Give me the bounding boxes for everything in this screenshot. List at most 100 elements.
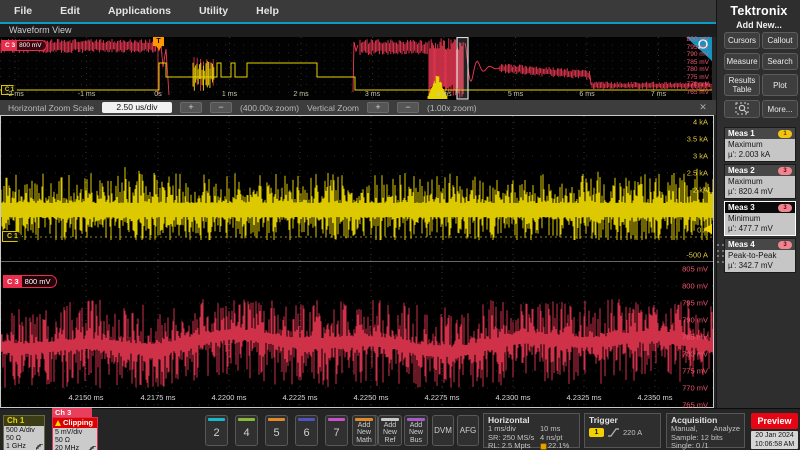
axis-label: 4.2175 ms [140, 393, 175, 402]
more-button[interactable]: More... [762, 100, 798, 118]
meas-2-card[interactable]: Meas 2 3 Maximum µ': 820.4 mV [724, 164, 796, 199]
channel-4-button[interactable]: 4 [235, 415, 258, 446]
v-zoom-plus-button[interactable]: + [367, 102, 389, 113]
axis-label: 790 mV [682, 316, 708, 325]
zoom-select-button[interactable] [724, 100, 760, 118]
channel-color-strip [328, 418, 345, 421]
main-ch3-badge[interactable]: C 3 800 mV [3, 275, 57, 288]
meas-source-badge: 3 [778, 204, 792, 212]
add-new-math-button[interactable]: Add New Math [352, 415, 376, 446]
panel-splitter-handle[interactable] [717, 244, 724, 264]
cursors-button[interactable]: Cursors [724, 32, 760, 49]
ch3-impedance: 50 Ω [55, 437, 95, 445]
meas-type: Maximum [728, 140, 792, 150]
ch3-label: C 3 [3, 41, 17, 50]
h-zoom-plus-button[interactable]: + [180, 102, 202, 113]
menu-help[interactable]: Help [256, 5, 279, 17]
axis-label: 770 mV [682, 384, 708, 393]
axis-label: 4.2225 ms [282, 393, 317, 402]
menu-edit[interactable]: Edit [60, 5, 80, 17]
axis-label: 785 mV [682, 333, 708, 342]
datetime-badge[interactable]: 20 Jan 2024 10:06:58 AM [751, 431, 798, 449]
axis-label: 2 ms [293, 91, 308, 98]
channel-menu-icon [36, 444, 43, 450]
axis-label: 795 mV [687, 44, 709, 51]
menu-utility[interactable]: Utility [199, 5, 228, 17]
h-recordlength: RL: 2.5 Mpts [488, 442, 540, 450]
meas-3-card[interactable]: Meas 3 3 Minimum µ': 477.7 mV [724, 201, 796, 236]
zoom-select-icon [735, 102, 750, 116]
axis-label: 4.2200 ms [211, 393, 246, 402]
button-color-strip [355, 418, 373, 421]
axis-label: 775 mV [687, 74, 709, 81]
ch3-tab[interactable]: Ch 3 [52, 408, 92, 417]
zoom-scale-bar: Horizontal Zoom Scale 2.50 us/div + − (4… [0, 100, 716, 115]
overview-plot[interactable] [0, 37, 712, 100]
date: 20 Jan 2024 [751, 432, 798, 441]
channel-2-button[interactable]: 2 [205, 415, 228, 446]
v-zoom-minus-button[interactable]: − [397, 102, 419, 113]
axis-label: 4 ms [436, 91, 451, 98]
dvm-button[interactable]: DVM [432, 415, 454, 446]
menu-file[interactable]: File [14, 5, 32, 17]
menu-bar: File Edit Applications Utility Help [0, 0, 716, 22]
measure-button[interactable]: Measure [724, 53, 760, 70]
trigger-source-badge: 1 [589, 428, 604, 437]
axis-label: 805 mV [682, 265, 708, 274]
channel-5-button[interactable]: 5 [265, 415, 288, 446]
h-zoom-factor: (400.00x zoom) [240, 103, 299, 113]
acquisition-panel[interactable]: Acquisition Manual,Analyze Sample: 12 bi… [666, 413, 745, 448]
ch3-scale: 800 mV [19, 42, 41, 49]
axis-label: -500 A [686, 251, 708, 260]
axis-label: 3 ms [365, 91, 380, 98]
trigger-position-marker[interactable]: T [153, 37, 164, 46]
add-new-ref-button[interactable]: Add New Ref [378, 415, 402, 446]
axis-label: 770 mV [687, 81, 709, 88]
meas-value: µ': 477.7 mV [728, 224, 792, 234]
axis-label: 800 mV [687, 36, 709, 43]
plot-button[interactable]: Plot [762, 74, 798, 96]
main-plot[interactable] [1, 116, 713, 407]
meas-source-badge: 1 [778, 130, 792, 138]
menu-applications[interactable]: Applications [108, 5, 171, 17]
search-button[interactable]: Search [762, 53, 798, 70]
meas-name: Meas 4 [728, 240, 755, 249]
ch1-name: Ch 1 [4, 416, 44, 426]
axis-label: 780 mV [687, 66, 709, 73]
callout-button[interactable]: Callout [762, 32, 798, 49]
axis-label: 800 mV [682, 282, 708, 291]
meas-4-card[interactable]: Meas 4 3 Peak-to-Peak µ': 342.7 mV [724, 238, 796, 273]
axis-label: 4.2325 ms [566, 393, 601, 402]
horizontal-panel[interactable]: Horizontal 1 ms/div10 ms SR: 250 MS/s4 n… [483, 413, 580, 448]
h-zoom-scale-input[interactable]: 2.50 us/div [102, 102, 172, 113]
axis-label: 790 mV [687, 51, 709, 58]
afg-button[interactable]: AFG [457, 415, 479, 446]
channel-7-button[interactable]: 7 [325, 415, 348, 446]
axis-label: 765 mV [687, 89, 709, 96]
channel-color-strip [268, 418, 285, 421]
button-color-strip [381, 418, 399, 421]
zoom-close-button[interactable]: ✕ [696, 101, 710, 114]
h-zoom-minus-button[interactable]: − [210, 102, 232, 113]
ch1-badge[interactable]: Ch 1 500 A/div 50 Ω 1 GHz [3, 415, 45, 450]
axis-label: 4.2300 ms [495, 393, 530, 402]
channel-6-button[interactable]: 6 [295, 415, 318, 446]
meas-value: µ': 2.003 kA [728, 150, 792, 160]
add-new-bus-button[interactable]: Add New Bus [404, 415, 428, 446]
waveform-overview[interactable]: C 3 800 mV C 1 T -2 ms-1 ms0s1 ms2 ms3 m… [0, 37, 712, 100]
axis-label: 4.2250 ms [353, 393, 388, 402]
axis-label: 4.2150 ms [68, 393, 103, 402]
meas-source-badge: 3 [778, 167, 792, 175]
axis-label: 775 mV [682, 367, 708, 376]
overview-ch3-badge[interactable]: C 3 800 mV [2, 40, 47, 51]
h-zoom-label: Horizontal Zoom Scale [8, 103, 94, 113]
results-table-button[interactable]: Results Table [724, 74, 760, 96]
axis-label: 4.2350 ms [637, 393, 672, 402]
time: 10:06:58 AM [751, 441, 798, 450]
meas-1-card[interactable]: Meas 1 1 Maximum µ': 2.003 kA [724, 127, 796, 162]
tab-waveform-view[interactable]: Waveform View [0, 24, 716, 37]
preview-button[interactable]: Preview [751, 413, 798, 429]
trigger-panel[interactable]: Trigger 1 220 A [584, 413, 661, 448]
ch3-badge[interactable]: Clipping 5 mV/div 50 Ω 20 MHz [52, 417, 98, 450]
zoomed-waveform-view[interactable]: C 1 C 3 800 mV 4 kA3.5 kA3 kA2.5 kA2 kA0… [0, 115, 714, 408]
